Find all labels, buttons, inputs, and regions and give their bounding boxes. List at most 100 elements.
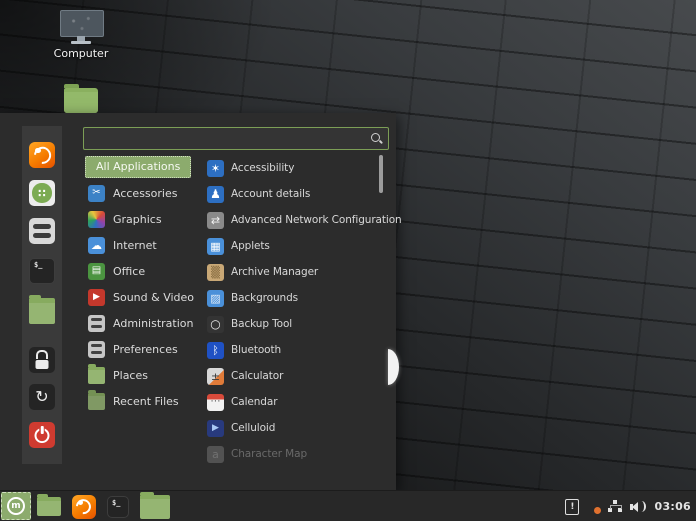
favorite-shutdown[interactable] (29, 422, 55, 448)
desktop: Computer ↻ All Applications ✂ Accessories G… (0, 0, 696, 521)
app-label: Backup Tool (231, 318, 292, 330)
app-label: Celluloid (231, 422, 275, 434)
category-item-graphics[interactable]: Graphics (85, 206, 210, 232)
files-launcher[interactable] (37, 497, 61, 516)
accessories-icon: ✂ (88, 185, 105, 202)
calendar-icon: ⋯ (207, 394, 224, 411)
internet-icon: ☁ (88, 237, 105, 254)
office-icon: ▤ (88, 263, 105, 280)
category-label: Internet (113, 239, 157, 252)
taskbar: ! 03:06 (0, 490, 696, 521)
app-item-archive-manager[interactable]: ▒ Archive Manager (207, 259, 385, 285)
favorite-software-manager[interactable] (29, 180, 55, 206)
lock-screen-icon (29, 347, 55, 373)
app-menu: ↻ All Applications ✂ Accessories Graphics ☁ I… (0, 113, 396, 490)
app-item-bluetooth[interactable]: ᛒBluetooth (207, 337, 385, 363)
applets-icon: ▦ (207, 238, 224, 255)
archive-manager-icon: ▒ (207, 264, 224, 281)
menu-button[interactable] (1, 492, 31, 520)
sound-video-icon: ▶ (88, 289, 105, 306)
administration-icon (88, 315, 105, 332)
graphics-icon (88, 211, 105, 228)
bluetooth-icon: ᛒ (207, 342, 224, 359)
favorite-firefox[interactable] (29, 142, 55, 168)
character-map-icon: a (207, 446, 224, 463)
account-details-icon: ♟ (207, 186, 224, 203)
terminal-icon (29, 258, 55, 284)
terminal-launcher-icon (107, 496, 129, 518)
files-window-icon (140, 495, 170, 519)
files-window[interactable] (140, 495, 170, 519)
shutdown-icon (29, 422, 55, 448)
app-item-celluloid[interactable]: ▶ Celluloid (207, 415, 385, 441)
update-manager-icon[interactable]: ! (565, 499, 579, 515)
category-item-places[interactable]: Places (85, 362, 210, 388)
network-icon[interactable] (608, 500, 622, 513)
celluloid-icon: ▶ (207, 420, 224, 437)
files-icon (29, 298, 55, 324)
category-label: Recent Files (113, 395, 179, 408)
files-launcher-icon (37, 497, 61, 516)
category-item-recent-files[interactable]: Recent Files (85, 388, 210, 414)
backup-tool-icon: ○ (207, 316, 224, 333)
app-label: Archive Manager (231, 266, 318, 278)
category-label: Preferences (113, 343, 178, 356)
app-label: Accessibility (231, 162, 294, 174)
volume-icon[interactable] (630, 500, 646, 514)
firefox-launcher[interactable] (72, 495, 96, 519)
category-label: Graphics (113, 213, 162, 226)
app-item-character-map[interactable]: aCharacter Map (207, 441, 385, 467)
category-item-all-applications[interactable]: All Applications (85, 154, 210, 180)
app-item-accessibility[interactable]: ✶ Accessibility (207, 155, 385, 181)
category-list: All Applications ✂ Accessories Graphics ☁ Int… (85, 154, 210, 414)
selected-category-label: All Applications (85, 156, 191, 178)
firewall-shield-icon[interactable] (587, 499, 600, 514)
advanced-network-configuration-icon: ⇄ (207, 212, 224, 229)
favorite-system-settings[interactable] (29, 218, 55, 244)
app-item-backup-tool[interactable]: ○ Backup Tool (207, 311, 385, 337)
category-item-administration[interactable]: Administration (85, 310, 210, 336)
favorite-files[interactable] (29, 298, 55, 324)
backgrounds-icon: ▨ (207, 290, 224, 307)
application-list: ✶ Accessibility ♟Account details⇄Advanced … (207, 155, 385, 467)
category-label: Accessories (113, 187, 177, 200)
accessibility-icon: ✶ (207, 160, 224, 177)
app-item-applets[interactable]: ▦ Applets (207, 233, 385, 259)
favorite-lock-screen[interactable] (29, 347, 55, 373)
app-label: Calculator (231, 370, 283, 382)
system-tray: ! 03:06 (565, 491, 691, 522)
terminal-launcher[interactable] (107, 496, 129, 518)
desktop-icon-label: Computer (52, 47, 110, 60)
search-icon (369, 132, 383, 146)
firefox-icon (29, 142, 55, 168)
search-box[interactable] (83, 127, 389, 150)
firefox-launcher-icon (72, 495, 96, 519)
computer-icon (60, 10, 102, 44)
places-icon (88, 367, 105, 384)
category-item-internet[interactable]: ☁ Internet (85, 232, 210, 258)
category-label: Office (113, 265, 145, 278)
category-item-office[interactable]: ▤ Office (85, 258, 210, 284)
clock[interactable]: 03:06 (654, 500, 691, 513)
search-input[interactable] (84, 128, 369, 149)
app-item-calculator[interactable]: ± Calculator (207, 363, 385, 389)
app-label: Calendar (231, 396, 277, 408)
scrollbar-thumb[interactable] (379, 155, 383, 193)
app-item-account-details[interactable]: ♟Account details (207, 181, 385, 207)
category-label: Administration (113, 317, 194, 330)
category-item-accessories[interactable]: ✂ Accessories (85, 180, 210, 206)
app-item-calendar[interactable]: ⋯ Calendar (207, 389, 385, 415)
category-item-sound-video[interactable]: ▶Sound & Video (85, 284, 210, 310)
logout-icon: ↻ (29, 384, 55, 410)
desktop-icon-computer[interactable]: Computer (52, 10, 110, 60)
app-label: Applets (231, 240, 270, 252)
favorite-terminal[interactable] (29, 258, 55, 284)
app-item-backgrounds[interactable]: ▨Backgrounds (207, 285, 385, 311)
category-item-preferences[interactable]: Preferences (85, 336, 210, 362)
calculator-icon: ± (207, 368, 224, 385)
desktop-icon-home-folder[interactable] (63, 88, 99, 113)
favorite-logout[interactable]: ↻ (29, 384, 55, 410)
app-item-advanced-network-configuration[interactable]: ⇄Advanced Network Configuration (207, 207, 385, 233)
folder-icon (64, 88, 98, 113)
mint-logo-icon (7, 497, 25, 515)
